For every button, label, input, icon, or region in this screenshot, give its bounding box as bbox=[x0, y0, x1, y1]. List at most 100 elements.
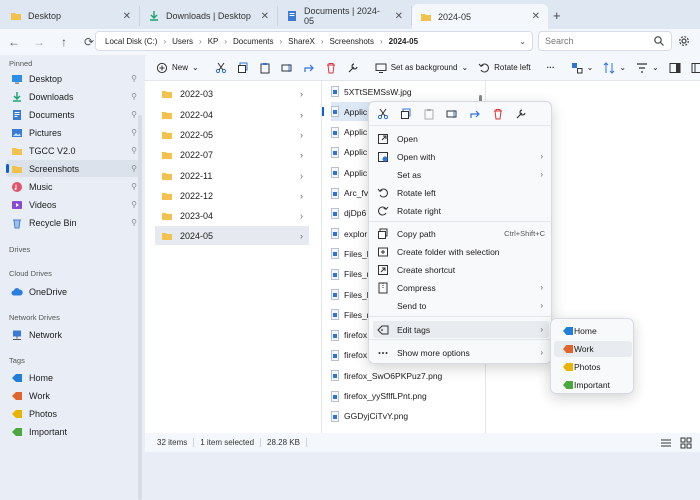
gear-icon[interactable] bbox=[678, 35, 690, 47]
pin-icon[interactable]: ⚲ bbox=[131, 164, 137, 173]
sidebar-item-documents[interactable]: Documents ⚲ bbox=[6, 106, 140, 123]
breadcrumb-item[interactable]: Screenshots bbox=[327, 37, 377, 46]
cut-icon[interactable] bbox=[377, 108, 389, 120]
pin-icon[interactable]: ⚲ bbox=[131, 128, 137, 137]
breadcrumb-item[interactable]: Users bbox=[169, 37, 196, 46]
pin-icon[interactable]: ⚲ bbox=[131, 146, 137, 155]
file-item[interactable]: 5XTtSEMSsW.jpg bbox=[331, 82, 412, 101]
tag-option-important[interactable]: Important bbox=[554, 377, 632, 393]
breadcrumb-item[interactable]: 2024-05 bbox=[386, 37, 421, 46]
up-button[interactable]: ↑ bbox=[53, 32, 75, 52]
folder-item[interactable]: 2022-04 › bbox=[155, 105, 309, 124]
menu-item-edit-tags[interactable]: Edit tags › bbox=[373, 321, 549, 338]
tab-desktop[interactable]: Desktop ✕ bbox=[2, 6, 140, 26]
menu-item-create-shortcut[interactable]: Create shortcut bbox=[373, 261, 549, 278]
menu-item-rotate-right[interactable]: Rotate right bbox=[373, 202, 549, 219]
folder-item[interactable]: 2022-07 › bbox=[155, 145, 309, 164]
cut-button[interactable] bbox=[210, 58, 232, 78]
search-input[interactable]: Search bbox=[538, 31, 672, 51]
breadcrumb[interactable]: Local Disk (C:) › Users › KP › Documents › S… bbox=[95, 31, 533, 51]
file-item[interactable]: Files_r bbox=[331, 265, 370, 284]
file-item[interactable]: Files_F bbox=[331, 244, 372, 263]
file-item[interactable]: Applic bbox=[331, 123, 367, 142]
menu-item-set-as[interactable]: Set as › bbox=[373, 166, 549, 183]
more-button[interactable]: ··· bbox=[542, 58, 560, 78]
copy-button[interactable] bbox=[232, 58, 254, 78]
sidebar-item-screenshots[interactable]: Screenshots ⚲ bbox=[6, 160, 140, 177]
pin-icon[interactable]: ⚲ bbox=[131, 74, 137, 83]
new-button[interactable]: New ⌄ bbox=[151, 58, 204, 78]
sidebar-item-recycle-bin[interactable]: Recycle Bin ⚲ bbox=[6, 214, 140, 231]
set-background-button[interactable]: Set as background ⌄ bbox=[370, 58, 473, 78]
tag-option-work[interactable]: Work bbox=[554, 341, 632, 357]
sidebar-item-network[interactable]: Network bbox=[6, 326, 140, 343]
tab-documents[interactable]: Documents | 2024-05 ✕ bbox=[278, 6, 412, 26]
pin-icon[interactable]: ⚲ bbox=[131, 218, 137, 227]
tag-option-photos[interactable]: Photos bbox=[554, 359, 632, 375]
paste-button[interactable] bbox=[254, 58, 276, 78]
file-item[interactable]: GGDyjCiTvY.png bbox=[331, 407, 408, 426]
folder-item[interactable]: 2022-12 › bbox=[155, 186, 309, 205]
rotate-left-button[interactable]: Rotate left bbox=[473, 58, 535, 78]
chevron-down-icon[interactable]: ⌄ bbox=[519, 37, 526, 46]
sidebar-item-pictures[interactable]: Pictures ⚲ bbox=[6, 124, 140, 141]
trash-icon[interactable] bbox=[492, 108, 504, 120]
sidebar-tag-work[interactable]: Work bbox=[6, 387, 140, 404]
sidebar-tag-home[interactable]: Home bbox=[6, 369, 140, 386]
new-tab-button[interactable]: + bbox=[553, 8, 561, 23]
sidebar-scrollbar[interactable] bbox=[138, 115, 142, 500]
tab-downloads[interactable]: Downloads | Desktop ✕ bbox=[140, 6, 278, 26]
file-item[interactable]: Arc_fv bbox=[331, 184, 368, 203]
close-icon[interactable]: ✕ bbox=[395, 11, 403, 22]
menu-item-copy-path[interactable]: Copy path Ctrl+Shift+C bbox=[373, 225, 549, 242]
file-item[interactable]: firefox_SwO6PKPuz7.png bbox=[331, 366, 442, 385]
pin-icon[interactable]: ⚲ bbox=[131, 182, 137, 191]
tab-2024-05[interactable]: 2024-05 ✕ bbox=[412, 4, 548, 29]
folder-item[interactable]: 2022-03 › bbox=[155, 84, 309, 103]
sidebar-item-videos[interactable]: Videos ⚲ bbox=[6, 196, 140, 213]
sidebar-tag-important[interactable]: Important bbox=[6, 423, 140, 440]
properties-button[interactable] bbox=[342, 58, 364, 78]
folder-item[interactable]: 2022-11 › bbox=[155, 166, 309, 185]
menu-item-rotate-left[interactable]: Rotate left bbox=[373, 184, 549, 201]
sort-button[interactable]: ⌄ bbox=[598, 58, 631, 78]
file-item[interactable]: Applic bbox=[331, 163, 367, 182]
preview-pane-button[interactable] bbox=[664, 58, 686, 78]
back-button[interactable]: ← bbox=[3, 32, 25, 52]
sidebar-item-desktop[interactable]: Desktop ⚲ bbox=[6, 70, 140, 87]
tag-option-home[interactable]: Home bbox=[554, 323, 632, 339]
delete-button[interactable] bbox=[320, 58, 342, 78]
file-item[interactable]: firefox bbox=[331, 326, 367, 345]
file-item[interactable]: firefox_yySflfLPnt.png bbox=[331, 387, 427, 406]
pin-icon[interactable]: ⚲ bbox=[131, 92, 137, 101]
folder-item[interactable]: 2022-05 › bbox=[155, 125, 309, 144]
share-icon[interactable] bbox=[469, 108, 481, 120]
breadcrumb-item[interactable]: Local Disk (C:) bbox=[102, 37, 160, 46]
menu-item-send-to[interactable]: Send to › bbox=[373, 297, 549, 314]
breadcrumb-item[interactable]: KP bbox=[205, 37, 222, 46]
tiles-view-icon[interactable] bbox=[680, 437, 692, 449]
file-item[interactable]: explor bbox=[331, 224, 367, 243]
close-icon[interactable]: ✕ bbox=[261, 11, 269, 22]
details-view-icon[interactable] bbox=[660, 437, 672, 449]
close-icon[interactable]: ✕ bbox=[532, 11, 540, 22]
extra-options-button[interactable] bbox=[686, 58, 700, 78]
forward-button[interactable]: → bbox=[28, 32, 50, 52]
folder-item[interactable]: 2023-04 › bbox=[155, 206, 309, 225]
sidebar-item-music[interactable]: Music ⚲ bbox=[6, 178, 140, 195]
sidebar-item-onedrive[interactable]: OneDrive bbox=[6, 283, 140, 300]
file-item[interactable]: Files_F bbox=[331, 285, 372, 304]
file-item[interactable]: Files_n bbox=[331, 305, 371, 324]
filter-button[interactable]: ⌄ bbox=[631, 58, 664, 78]
file-item[interactable]: djDp6 bbox=[331, 204, 366, 223]
breadcrumb-item[interactable]: Documents bbox=[230, 37, 276, 46]
breadcrumb-item[interactable]: ShareX bbox=[285, 37, 318, 46]
wrench-icon[interactable] bbox=[515, 108, 527, 120]
rename-button[interactable] bbox=[276, 58, 298, 78]
pin-icon[interactable]: ⚲ bbox=[131, 200, 137, 209]
menu-item-open[interactable]: Open bbox=[373, 130, 549, 147]
menu-item-open-with[interactable]: Open with › bbox=[373, 148, 549, 165]
layout-button[interactable]: ⌄ bbox=[566, 58, 599, 78]
paste-icon[interactable] bbox=[423, 108, 435, 120]
menu-item-compress[interactable]: Compress › bbox=[373, 279, 549, 296]
